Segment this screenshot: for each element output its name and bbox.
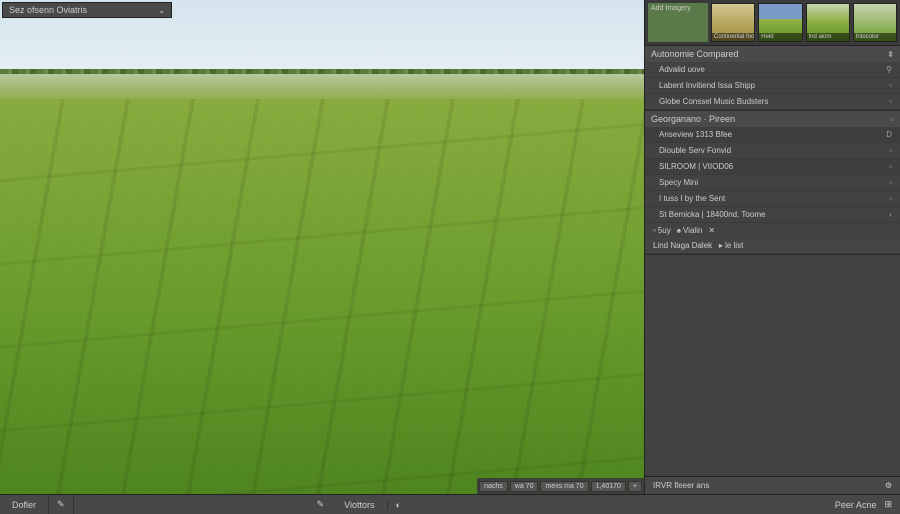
panel-row[interactable]: Diouble Serv Fonvid▫	[645, 143, 900, 159]
panel-row-last[interactable]: Lind Naga Dalek ▸ le list	[645, 238, 900, 254]
tool-icon[interactable]: ✎	[317, 499, 325, 510]
panel-row[interactable]: I tuss I by the Sent▫	[645, 191, 900, 207]
readout-zoom[interactable]: +	[628, 481, 642, 492]
right-panel: Add Imagery Continental food look Somble…	[644, 0, 900, 494]
readout-item[interactable]: mexs ma 70	[540, 481, 588, 492]
thumbnail[interactable]: Continental food look	[711, 3, 755, 42]
bottom-button-dofler[interactable]: Dofler	[0, 495, 49, 514]
status-text: IRVR fleeer ans	[653, 481, 709, 490]
bottom-button-peer[interactable]: Peer Acne	[835, 500, 877, 510]
source-dropdown[interactable]: Sez ofsenn Oviatris ⌄	[2, 2, 172, 18]
square-icon: ▫	[889, 194, 892, 203]
bottom-toolbar: Dofler ✎ ✎ Viottors ◐ Peer Acne ⊞	[0, 494, 900, 514]
panel-row[interactable]: Labent Invitiend Issa Shipp▫	[645, 78, 900, 94]
grid-icon[interactable]: ⊞	[884, 499, 892, 510]
panel-row[interactable]: SILROOM | VIIOD06▫	[645, 159, 900, 175]
panel-status-bar: IRVR fleeer ans ⚙	[645, 476, 900, 494]
square-icon: ▫	[889, 81, 892, 90]
readout-item[interactable]: nachs	[479, 481, 508, 492]
tool-icon[interactable]: ◐	[396, 500, 401, 510]
thumbnail-strip: Add Imagery Continental food look Somble…	[645, 0, 900, 46]
panel-row[interactable]: Globe Conssel Music Budsters▫	[645, 94, 900, 110]
field-layer	[0, 99, 644, 494]
readout-item[interactable]: wa 70	[510, 481, 539, 492]
tool-item[interactable]: ▫ 5uy	[653, 226, 671, 235]
tool-icon[interactable]: ✎	[49, 495, 74, 514]
panel-row[interactable]: Specy Mini▫	[645, 175, 900, 191]
panel-row[interactable]: Advalid uove⚲	[645, 62, 900, 78]
square-icon: ▫	[889, 97, 892, 106]
expand-icon: ⬍	[887, 50, 894, 59]
pin-icon: ⚲	[886, 65, 892, 74]
panel-header-autonomie[interactable]: Autonomie Compared ⬍	[645, 46, 900, 62]
toolbox-row: ▫ 5uy ♠ Vialin ✕	[645, 223, 900, 238]
panel-row[interactable]: Anseview 1313 BfeeD	[645, 127, 900, 143]
square-icon: ▫	[889, 162, 892, 171]
readout-item[interactable]: 1,40170	[591, 481, 626, 492]
coordinate-readout: nachs wa 70 mexs ma 70 1,40170 +	[477, 478, 644, 494]
thumbnail[interactable]: Somblety LoneHeld	[758, 3, 802, 42]
map-viewport[interactable]: nachs wa 70 mexs ma 70 1,40170 +	[0, 0, 644, 494]
settings-icon[interactable]: ⚙	[885, 481, 892, 490]
dropdown-label: Sez ofsenn Oviatris	[9, 5, 87, 15]
thumbnail[interactable]: Ind alom	[806, 3, 850, 42]
square-icon: ▫	[889, 178, 892, 187]
chevron-down-icon: ⌄	[158, 6, 165, 15]
chevron-icon: ‹	[889, 210, 892, 219]
tool-item[interactable]: ✕	[708, 226, 715, 235]
thumb-header[interactable]: Add Imagery	[648, 3, 708, 42]
thumbnail[interactable]: Intocolor	[853, 3, 897, 42]
square-icon: ▫	[889, 146, 892, 155]
square-icon: ▫	[891, 115, 894, 124]
square-icon: D	[886, 130, 892, 139]
tool-item[interactable]: ♠ Vialin	[677, 226, 703, 235]
panel-row[interactable]: St Bemicka | 18400nd. Toome‹	[645, 207, 900, 223]
panel-header-geo[interactable]: Georganano · Pireen ▫	[645, 111, 900, 127]
bottom-button-viottors[interactable]: Viottors	[332, 500, 387, 510]
